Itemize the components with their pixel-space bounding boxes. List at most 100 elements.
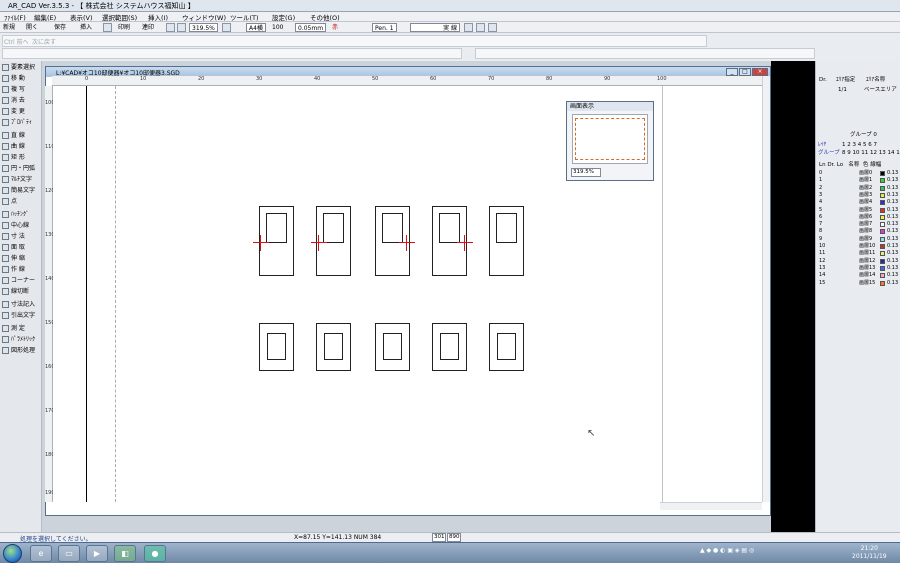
door-shape[interactable] — [316, 323, 351, 371]
tool-move[interactable]: 移 動 — [2, 74, 40, 84]
tool-centerline[interactable]: 中心線 — [2, 221, 40, 231]
tool-rect[interactable]: 矩 形 — [2, 153, 40, 163]
layer-row-14[interactable]: 14 画層14 0.13 — [819, 272, 899, 279]
print2-button[interactable]: 連印 — [142, 23, 154, 32]
layer-numbers-row2[interactable]: 8 9 10 11 12 13 14 15 — [842, 149, 900, 157]
tool-dimension[interactable]: 寸 法 — [2, 232, 40, 242]
view-frame[interactable] — [575, 118, 645, 160]
panel-tab-dr[interactable]: Dr. — [819, 76, 827, 84]
minimize-button[interactable]: _ — [726, 68, 738, 76]
door-shape[interactable] — [259, 323, 294, 371]
explorer-icon[interactable]: ▭ — [58, 545, 80, 562]
tool-circle[interactable]: 円・円弧 — [2, 164, 40, 174]
zoom-select[interactable]: 319.5% — [189, 23, 218, 32]
menu-view[interactable]: 表示(V) — [70, 12, 93, 22]
maximize-button[interactable]: □ — [739, 68, 751, 76]
new-button[interactable]: 新規 — [3, 23, 15, 32]
layer-row-2[interactable]: 2 画層2 0.13 — [819, 185, 899, 192]
open-button[interactable]: 開く — [26, 23, 38, 32]
tool-dim-entry[interactable]: 寸法記入 — [2, 300, 40, 310]
layer-row-5[interactable]: 5 画層5 0.13 — [819, 207, 899, 214]
tool-copy[interactable]: 複 写 — [2, 85, 40, 95]
zoom-out-icon[interactable] — [177, 23, 186, 32]
tool-point[interactable]: 点 — [2, 197, 40, 207]
redo-button[interactable]: 次に戻す — [32, 37, 56, 46]
layer-row-9[interactable]: 9 画層9 0.13 — [819, 236, 899, 243]
layer-row-8[interactable]: 8 画層8 0.13 — [819, 228, 899, 235]
system-tray[interactable]: ▲ ◆ ● ◐ ▣ ◈ ▤ ◎ — [700, 547, 754, 554]
layer-row-7[interactable]: 7 画層7 0.13 — [819, 221, 899, 228]
area-name[interactable]: ベースエリア — [864, 86, 897, 94]
redraw-icon[interactable] — [222, 23, 231, 32]
layer-row-15[interactable]: 15 画層15 0.13 — [819, 280, 899, 287]
undo-button[interactable]: Ctrl 前へ — [4, 37, 29, 46]
japanese-app-icon[interactable]: ● — [144, 545, 166, 562]
tool-leader[interactable]: 引出文字 — [2, 311, 40, 321]
tool-parametric[interactable]: ﾊﾟﾗﾒﾄﾘｯｸ — [2, 335, 40, 345]
horizontal-scrollbar[interactable] — [660, 502, 762, 510]
overview-view[interactable] — [572, 114, 648, 164]
door-shape[interactable] — [375, 323, 410, 371]
layer-row-10[interactable]: 10 画層10 0.13 — [819, 243, 899, 250]
door-shape[interactable] — [432, 323, 467, 371]
layer-row-13[interactable]: 13 画層13 0.13 — [819, 265, 899, 272]
menu-select[interactable]: 選択範囲(S) — [102, 12, 137, 22]
save-button[interactable]: 保存 — [54, 23, 66, 32]
tool-cut[interactable]: 線切断 — [2, 287, 40, 297]
menu-insert[interactable]: 挿入(I) — [148, 12, 168, 22]
layer-row-0[interactable]: 0 画層0 0.13 — [819, 170, 899, 177]
layer-row-4[interactable]: 4 画層4 0.13 — [819, 199, 899, 206]
tool-measure[interactable]: 測 定 — [2, 324, 40, 334]
tool-extend[interactable]: 伸 縮 — [2, 254, 40, 264]
tool-multitext[interactable]: ﾏﾙﾁ文字 — [2, 175, 40, 185]
insert-button[interactable]: 挿入 — [80, 23, 92, 32]
door-shape[interactable] — [489, 323, 524, 371]
linewidth-select[interactable]: 0.05mm — [295, 23, 327, 32]
menu-file[interactable]: ﾌｧｲﾙ(F) — [4, 12, 26, 22]
menu-other[interactable]: その他(O) — [310, 12, 340, 22]
layer-row-3[interactable]: 3 画層3 0.13 — [819, 192, 899, 199]
layer-numbers-row1[interactable]: 1 2 3 4 5 6 7 — [842, 141, 877, 149]
tool-chamfer[interactable]: 面 取 — [2, 243, 40, 253]
panel-tab-areaname[interactable]: ｴﾘｱ名称 — [866, 76, 885, 84]
zoom-in-icon[interactable] — [166, 23, 175, 32]
group-select[interactable]: グループ 0 — [850, 131, 877, 139]
tool-select[interactable]: 要素選択 — [2, 63, 40, 73]
tool-line[interactable]: 直 線 — [2, 131, 40, 141]
vertical-scrollbar[interactable] — [762, 76, 770, 502]
menu-edit[interactable]: 編集(E) — [34, 12, 56, 22]
window-icon[interactable] — [488, 23, 497, 32]
media-player-icon[interactable]: ▶ — [86, 545, 108, 562]
start-button[interactable] — [3, 544, 22, 563]
clock[interactable]: 21:20 2011/11/19 — [852, 545, 887, 561]
panel-tab-area[interactable]: ｴﾘｱ指定 — [836, 76, 855, 84]
linetype-select[interactable]: 実 線 — [410, 23, 460, 32]
cad-app-icon[interactable]: ◧ — [114, 545, 136, 562]
close-button[interactable]: × — [752, 68, 768, 76]
tool-shape[interactable]: 図形処理 — [2, 346, 40, 356]
tool-simpletext[interactable]: 簡易文字 — [2, 186, 40, 196]
pen-select[interactable]: Pen. 1 — [372, 23, 397, 32]
tool-construct[interactable]: 作 線 — [2, 265, 40, 275]
copy-icon[interactable] — [103, 23, 112, 32]
layer-row-1[interactable]: 1 画層1 0.13 — [819, 177, 899, 184]
print-button[interactable]: 印刷 — [118, 23, 130, 32]
layer-row-12[interactable]: 12 画層12 0.13 — [819, 258, 899, 265]
overview-zoom[interactable]: 319.5% — [571, 168, 601, 177]
tool-curve[interactable]: 曲 線 — [2, 142, 40, 152]
tool-hatch[interactable]: ﾊｯﾁﾝｸﾞ — [2, 210, 40, 220]
tool-corner[interactable]: コーナー — [2, 276, 40, 286]
grid-icon[interactable] — [464, 23, 473, 32]
tool-property[interactable]: ﾌﾟﾛﾊﾟﾃｨ — [2, 118, 40, 128]
layer-row-11[interactable]: 11 画層11 0.13 — [819, 250, 899, 257]
paper-select[interactable]: A4横 — [246, 23, 266, 32]
dpi-value[interactable]: 100 — [272, 23, 283, 32]
menu-window[interactable]: ウィンドウ(W) — [182, 12, 226, 22]
drawing-canvas[interactable]: ↖ — [53, 86, 762, 502]
tool-change[interactable]: 変 更 — [2, 107, 40, 117]
menu-tools[interactable]: ツール(T) — [230, 12, 259, 22]
tool-delete[interactable]: 消 去 — [2, 96, 40, 106]
color-select[interactable]: 赤 — [332, 23, 338, 32]
ie-icon[interactable]: e — [30, 545, 52, 562]
layer-icon[interactable] — [476, 23, 485, 32]
